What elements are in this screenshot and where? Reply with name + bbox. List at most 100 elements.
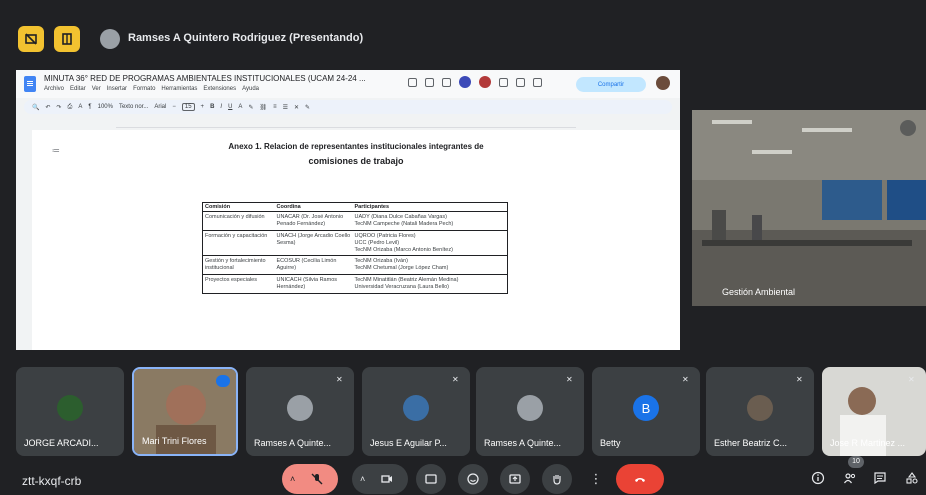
meeting-info-icon[interactable] — [810, 470, 826, 486]
menu-editar[interactable]: Editar — [70, 86, 86, 92]
end-call-icon — [635, 478, 645, 482]
table-cell: TecNM Minatitlán (Beatriz Alemán Medina)… — [352, 274, 508, 294]
shared-document[interactable]: MINUTA 36° RED DE PROGRAMAS AMBIENTALES … — [16, 70, 680, 350]
table-cell: Proyectos especiales — [202, 274, 275, 294]
menu-ver[interactable]: Ver — [92, 86, 101, 92]
share-button[interactable]: Compartir — [576, 77, 646, 92]
collaborator-avatar[interactable] — [479, 76, 491, 88]
menu-formato[interactable]: Formato — [133, 86, 155, 92]
account-avatar[interactable] — [656, 76, 670, 90]
cloud-icon[interactable] — [442, 77, 451, 87]
present-icon — [509, 474, 521, 484]
participant-tile[interactable]: ✕ Ramses A Quinte... — [246, 367, 354, 456]
paint-format-icon[interactable]: ¶ — [88, 104, 91, 110]
redo-icon[interactable]: ↷ — [57, 104, 62, 111]
doc-toolbar: 🔍 ↶ ↷ ⎙ A ¶ 100% Texto nor... Arial − 15… — [24, 100, 672, 114]
align-icon[interactable]: ≡ — [273, 104, 277, 110]
menu-insertar[interactable]: Insertar — [107, 86, 127, 92]
move-icon[interactable] — [425, 77, 434, 87]
leave-call-button[interactable] — [616, 464, 664, 494]
collaborator-avatar[interactable] — [459, 76, 471, 88]
table-row: Formación y capacitación UNACH (Jorge Ar… — [202, 230, 508, 257]
commissions-table: Comisión Coordina Participantes Comunica… — [202, 202, 508, 294]
meet-window: Ramses A Quintero Rodriguez (Presentando… — [0, 0, 926, 495]
presenter-name: Ramses A Quintero Rodriguez (Presentando… — [128, 32, 364, 44]
decrease-font-icon[interactable]: − — [172, 104, 176, 110]
clear-format-icon[interactable]: ✕ — [294, 104, 299, 111]
people-count-badge: 10 — [848, 456, 864, 468]
room-video-feed — [692, 110, 926, 306]
participant-tile[interactable]: ✕ Esther Beatriz C... — [706, 367, 814, 456]
bold-icon[interactable]: B — [210, 104, 214, 110]
participant-name: Mari Trini Flores — [142, 436, 207, 446]
avatar — [287, 395, 313, 421]
mic-off-icon: ✕ — [796, 375, 803, 384]
avatar — [57, 395, 83, 421]
mic-button[interactable]: ˄ — [282, 464, 338, 494]
menu-ayuda[interactable]: Ayuda — [242, 86, 259, 92]
participant-name: JORGE ARCADI... — [24, 438, 99, 448]
table-header: Participantes — [352, 202, 508, 212]
star-icon[interactable] — [408, 77, 417, 87]
present-button[interactable] — [500, 464, 530, 494]
raise-hand-button[interactable] — [542, 464, 572, 494]
print-icon[interactable]: ⎙ — [68, 104, 73, 111]
table-cell: UQROO (Patricia Flores) UCC (Pedro Levil… — [352, 230, 508, 257]
table-cell: TecNM Orizaba (Iván) TecNM Chetumal (Jor… — [352, 255, 508, 276]
chevron-up-icon[interactable]: ˄ — [290, 474, 295, 484]
activities-icon[interactable] — [904, 470, 920, 486]
table-cell: Formación y capacitación — [202, 230, 275, 257]
spellcheck-icon[interactable]: A — [78, 104, 82, 110]
table-cell: Comunicación y difusión — [202, 211, 275, 231]
doc-title[interactable]: MINUTA 36° RED DE PROGRAMAS AMBIENTALES … — [44, 74, 366, 83]
list-icon[interactable]: ☰ — [283, 104, 288, 111]
chat-icon[interactable] — [872, 470, 888, 486]
increase-font-icon[interactable]: + — [201, 104, 205, 110]
participant-tile[interactable]: ✕ Jose R Martinez ... — [822, 367, 926, 456]
participant-tile[interactable]: ✕ Ramses A Quinte... — [476, 367, 584, 456]
italic-icon[interactable]: I — [220, 104, 222, 110]
doc-header-icons — [408, 76, 542, 88]
highlight-icon[interactable]: ✎ — [248, 104, 253, 111]
history-icon[interactable] — [499, 77, 508, 87]
mic-off-icon: ✕ — [566, 375, 573, 384]
menu-herramientas[interactable]: Herramientas — [161, 86, 197, 92]
font-size-field[interactable]: 15 — [181, 103, 195, 111]
font-select[interactable]: Arial — [154, 104, 166, 110]
participant-tile-speaking[interactable]: Mari Trini Flores — [132, 367, 238, 456]
camera-icon — [381, 475, 392, 483]
undo-icon[interactable]: ↶ — [45, 104, 50, 111]
participant-tile[interactable]: ✕ B Betty — [592, 367, 700, 456]
pin-presentation-icon[interactable] — [54, 26, 80, 52]
chevron-up-icon[interactable]: ˄ — [360, 474, 365, 484]
captions-icon — [425, 474, 437, 484]
underline-icon[interactable]: U — [228, 104, 232, 110]
edit-mode-icon[interactable]: ✎ — [305, 104, 310, 111]
people-icon[interactable] — [842, 470, 858, 486]
zoom-select[interactable]: 100% — [98, 104, 113, 110]
reactions-button[interactable] — [458, 464, 488, 494]
presenter-avatar — [100, 29, 120, 49]
participant-name: Jesus E Aguilar P... — [370, 438, 447, 448]
participant-tile[interactable]: JORGE ARCADI... — [16, 367, 124, 456]
stop-presenting-icon[interactable] — [18, 26, 44, 52]
comment-icon[interactable] — [516, 77, 525, 87]
search-icon[interactable]: 🔍 — [32, 104, 39, 111]
participant-name: Betty — [600, 438, 621, 448]
captions-button[interactable] — [416, 464, 446, 494]
participant-tile[interactable]: ✕ Jesus E Aguilar P... — [362, 367, 470, 456]
link-icon[interactable]: ⛓ — [259, 104, 267, 111]
menu-extensiones[interactable]: Extensiones — [203, 86, 236, 92]
style-select[interactable]: Texto nor... — [119, 104, 148, 110]
doc-page[interactable]: ≔ Anexo 1. Relacion de representantes in… — [32, 130, 680, 350]
docs-logo-icon — [24, 76, 36, 92]
table-cell: UNACH (Jorge Arcadio Coello Sesma) — [274, 230, 353, 257]
camera-button[interactable]: ˄ — [352, 464, 408, 494]
mic-off-icon: ✕ — [908, 375, 915, 384]
table-header-row: Comisión Coordina Participantes — [202, 202, 508, 212]
text-color-icon[interactable]: A — [238, 104, 242, 110]
menu-archivo[interactable]: Archivo — [44, 86, 64, 92]
room-video-tile[interactable]: Gestión Ambiental — [692, 110, 926, 306]
more-options-button[interactable]: ⋮ — [586, 464, 606, 494]
meet-icon[interactable] — [533, 77, 542, 87]
